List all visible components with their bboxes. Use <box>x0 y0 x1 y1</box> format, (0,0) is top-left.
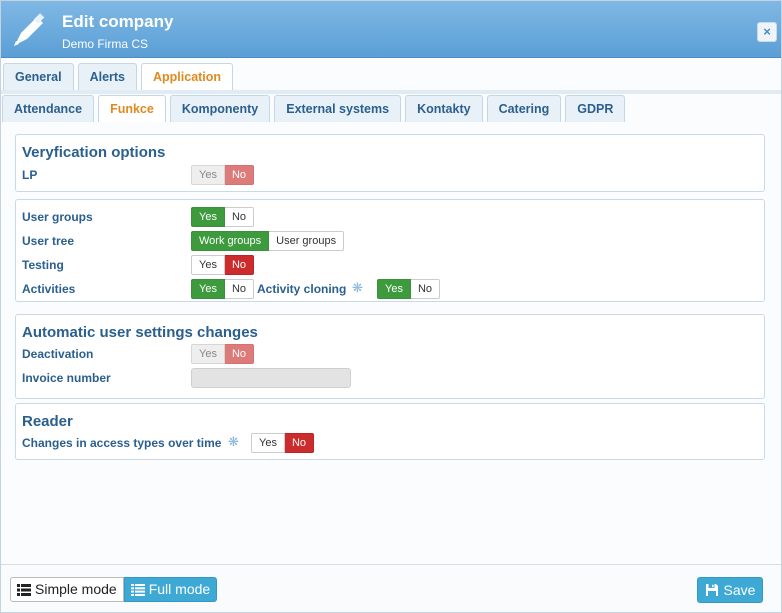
save-button[interactable]: Save <box>697 577 763 603</box>
tab-external-systems[interactable]: External systems <box>274 95 402 122</box>
access-types-yes-option[interactable]: Yes <box>251 433 285 453</box>
user-tree-work-groups-option[interactable]: Work groups <box>191 231 270 251</box>
activity-cloning-yes-option[interactable]: Yes <box>377 279 411 299</box>
deactivation-no-option[interactable]: No <box>224 344 255 364</box>
automatic-settings-panel: Automatic user settings changes Deactiva… <box>15 314 765 399</box>
user-groups-label: User groups <box>22 210 93 224</box>
access-types-toggle[interactable]: Yes No <box>251 433 315 453</box>
floppy-disk-icon <box>705 584 718 596</box>
tab-attendance[interactable]: Attendance <box>2 95 95 122</box>
info-asterisk-icon: ❋ <box>352 280 363 295</box>
main-tabs: General Alerts Application <box>3 63 237 93</box>
activity-cloning-no-option[interactable]: No <box>410 279 441 299</box>
activities-toggle[interactable]: Yes No <box>191 279 255 299</box>
verification-panel: Veryfication options LP Yes No <box>15 134 765 192</box>
invoice-number-field[interactable] <box>191 368 351 388</box>
tab-komponenty[interactable]: Komponenty <box>169 95 271 122</box>
simple-mode-button[interactable]: Simple mode <box>10 577 124 602</box>
edit-company-dialog: Edit company Demo Firma CS × General Ale… <box>0 0 782 613</box>
automatic-settings-title: Automatic user settings changes <box>22 324 258 341</box>
lp-label: LP <box>22 168 38 182</box>
tab-kontakty[interactable]: Kontakty <box>405 95 483 122</box>
full-mode-label: Full mode <box>148 581 211 597</box>
reader-panel: Reader Changes in access types over time… <box>15 403 765 460</box>
list-icon <box>130 583 145 596</box>
groups-panel: User groups Yes No User tree Work groups… <box>15 199 765 302</box>
user-tree-user-groups-option[interactable]: User groups <box>269 231 345 251</box>
testing-no-option[interactable]: No <box>224 255 255 275</box>
activity-cloning-toggle[interactable]: Yes No <box>377 279 441 299</box>
activity-cloning-label: Activity cloning <box>257 282 347 296</box>
tab-content: Veryfication options LP Yes No User grou… <box>1 122 781 563</box>
mode-switch: Simple mode Full mode <box>10 577 218 602</box>
user-groups-yes-option[interactable]: Yes <box>191 207 225 227</box>
deactivation-toggle[interactable]: Yes No <box>191 344 255 364</box>
sub-tabs: Attendance Funkce Komponenty External sy… <box>2 95 629 125</box>
list-icon <box>17 583 31 596</box>
deactivation-label: Deactivation <box>22 347 94 361</box>
lp-no-option[interactable]: No <box>224 165 255 185</box>
verification-title: Veryfication options <box>22 144 166 161</box>
tab-catering[interactable]: Catering <box>486 95 562 122</box>
activities-label: Activities <box>22 282 76 296</box>
dialog-footer: Simple mode Full mode Save <box>1 564 781 612</box>
testing-label: Testing <box>22 258 64 272</box>
testing-yes-option[interactable]: Yes <box>191 255 225 275</box>
deactivation-yes-option[interactable]: Yes <box>191 344 225 364</box>
dialog-subtitle: Demo Firma CS <box>62 37 149 51</box>
lp-toggle[interactable]: Yes No <box>191 165 255 185</box>
invoice-number-label: Invoice number <box>22 371 111 385</box>
user-groups-no-option[interactable]: No <box>224 207 255 227</box>
activities-no-option[interactable]: No <box>224 279 255 299</box>
tab-gdpr[interactable]: GDPR <box>565 95 626 122</box>
close-button[interactable]: × <box>757 22 777 42</box>
pencil-icon <box>14 13 45 46</box>
reader-title: Reader <box>22 413 73 430</box>
activities-yes-option[interactable]: Yes <box>191 279 225 299</box>
tab-funkce[interactable]: Funkce <box>98 95 166 123</box>
access-types-label: Changes in access types over time <box>22 436 222 450</box>
user-tree-label: User tree <box>22 234 75 248</box>
full-mode-button[interactable]: Full mode <box>123 577 218 602</box>
lp-yes-option[interactable]: Yes <box>191 165 225 185</box>
tab-alerts[interactable]: Alerts <box>77 63 137 90</box>
save-label: Save <box>723 582 756 598</box>
simple-mode-label: Simple mode <box>35 581 117 597</box>
close-icon: × <box>763 24 771 39</box>
access-types-no-option[interactable]: No <box>284 433 315 453</box>
user-tree-toggle[interactable]: Work groups User groups <box>191 231 345 251</box>
tab-strip <box>1 90 781 94</box>
info-asterisk-icon: ❋ <box>228 434 239 449</box>
tab-application[interactable]: Application <box>141 63 234 91</box>
testing-toggle[interactable]: Yes No <box>191 255 255 275</box>
tab-general[interactable]: General <box>3 63 74 90</box>
user-groups-toggle[interactable]: Yes No <box>191 207 255 227</box>
dialog-title: Edit company <box>62 12 174 31</box>
dialog-header: Edit company Demo Firma CS × <box>1 1 781 58</box>
